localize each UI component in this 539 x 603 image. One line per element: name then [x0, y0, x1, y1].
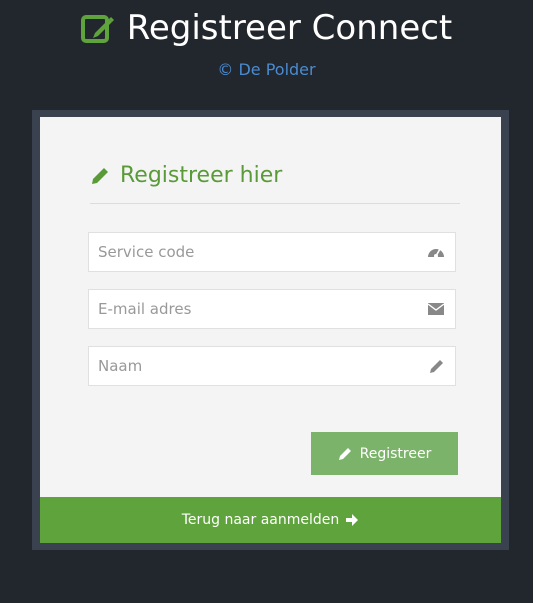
edit-square-icon	[80, 14, 114, 43]
pencil-icon	[338, 447, 351, 460]
app-header: Registreer Connect	[0, 0, 533, 55]
email-field	[88, 289, 456, 329]
dashboard-icon	[428, 248, 444, 258]
email-input[interactable]	[89, 290, 419, 328]
name-field	[88, 346, 456, 386]
service-code-input[interactable]	[89, 233, 419, 271]
pencil-icon	[430, 360, 443, 373]
register-button[interactable]: Registreer	[311, 432, 458, 475]
copyright-text: © De Polder	[217, 60, 316, 79]
back-to-login-label: Terug naar aanmelden	[181, 512, 340, 528]
name-input[interactable]	[89, 347, 419, 385]
heading-divider	[90, 203, 460, 204]
envelope-icon	[427, 303, 445, 315]
form-heading: Registreer hier	[90, 163, 460, 188]
service-code-field	[88, 232, 456, 272]
app-title: Registreer Connect	[126, 7, 453, 48]
form-heading-text: Registreer hier	[120, 163, 283, 188]
page-edge	[533, 0, 539, 603]
pencil-icon	[92, 167, 108, 184]
back-to-login-link[interactable]: Terug naar aanmelden	[40, 497, 501, 543]
arrow-right-icon	[346, 514, 359, 526]
register-button-label: Registreer	[359, 445, 432, 462]
